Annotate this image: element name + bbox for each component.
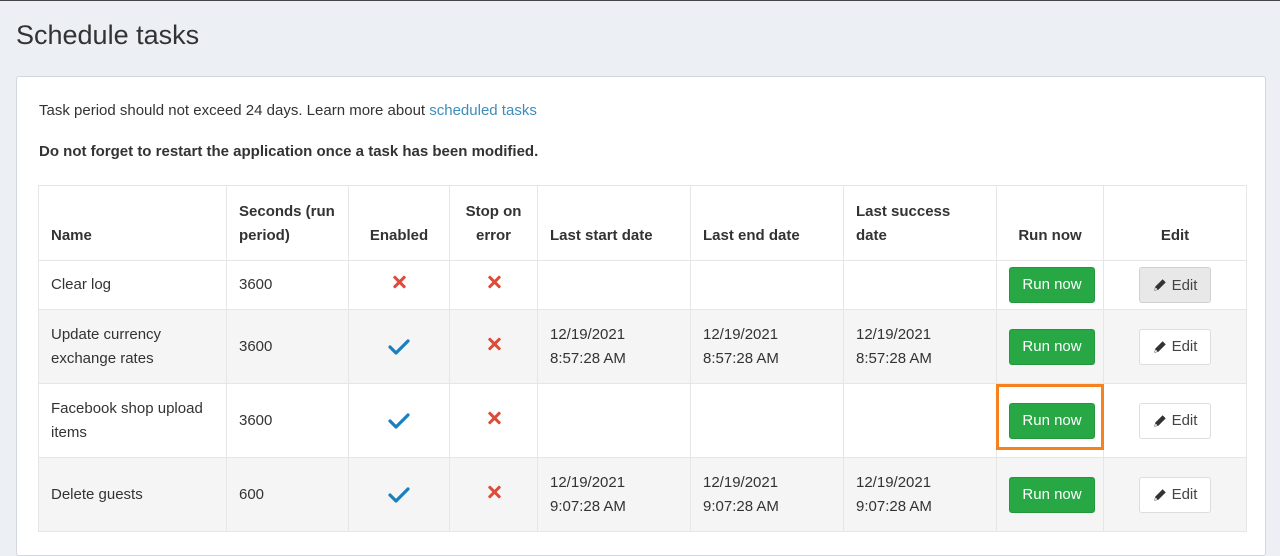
task-seconds: 3600 bbox=[226, 260, 349, 310]
page-title: Schedule tasks bbox=[16, 20, 200, 50]
task-last-start: 12/19/2021 9:07:28 AM bbox=[537, 457, 691, 532]
pencil-icon bbox=[1153, 340, 1166, 353]
task-name: Update currency exchange rates bbox=[38, 309, 227, 384]
task-last-success: 12/19/2021 8:57:28 AM bbox=[843, 309, 997, 384]
task-last-end bbox=[690, 260, 844, 310]
header-stop-on-error: Stop on error bbox=[449, 185, 538, 261]
x-icon bbox=[487, 411, 501, 425]
task-name: Facebook shop upload items bbox=[38, 383, 227, 458]
check-icon bbox=[388, 338, 410, 355]
task-seconds: 3600 bbox=[226, 309, 349, 384]
task-name: Delete guests bbox=[38, 457, 227, 532]
table-row: Update currency exchange rates 3600 12/1… bbox=[38, 309, 1247, 384]
header-seconds: Seconds (run period) bbox=[226, 185, 349, 261]
info-text-body: Task period should not exceed 24 days. L… bbox=[39, 102, 430, 119]
edit-label: Edit bbox=[1171, 276, 1198, 294]
header-last-end: Last end date bbox=[690, 185, 844, 261]
table-row: Facebook shop upload items 3600 Run now bbox=[38, 383, 1247, 458]
edit-button[interactable]: Edit bbox=[1139, 476, 1211, 513]
check-icon bbox=[388, 412, 410, 429]
highlighted-run-now: Run now bbox=[996, 383, 1104, 450]
edit-label: Edit bbox=[1171, 338, 1198, 355]
header-run-now: Run now bbox=[996, 185, 1104, 261]
x-icon bbox=[487, 485, 501, 499]
header-name: Name bbox=[38, 185, 227, 261]
x-icon bbox=[392, 275, 406, 289]
pencil-icon bbox=[1153, 488, 1166, 501]
task-last-end: 12/19/2021 9:07:28 AM bbox=[690, 457, 844, 532]
scheduled-tasks-link[interactable]: scheduled tasks bbox=[429, 102, 537, 119]
run-now-button[interactable]: Run now bbox=[1009, 476, 1095, 513]
task-last-end: 12/19/2021 8:57:28 AM bbox=[690, 309, 844, 384]
header-last-start: Last start date bbox=[537, 185, 691, 261]
task-last-start bbox=[537, 260, 691, 310]
header-edit: Edit bbox=[1103, 185, 1247, 261]
edit-label: Edit bbox=[1171, 486, 1198, 503]
table-header-row: Name Seconds (run period) Enabled Stop o… bbox=[38, 185, 1247, 261]
edit-label: Edit bbox=[1171, 412, 1198, 429]
task-last-start bbox=[537, 383, 691, 458]
x-icon bbox=[487, 275, 501, 289]
header-enabled: Enabled bbox=[348, 185, 450, 261]
run-now-button[interactable]: Run now bbox=[1009, 402, 1095, 439]
task-name: Clear log bbox=[38, 260, 227, 310]
info-text: Task period should not exceed 24 days. L… bbox=[39, 101, 537, 121]
pencil-icon bbox=[1153, 414, 1166, 427]
restart-warning: Do not forget to restart the application… bbox=[39, 143, 539, 160]
task-last-end bbox=[690, 383, 844, 458]
header-last-success: Last success date bbox=[843, 185, 997, 261]
task-last-success bbox=[843, 383, 997, 458]
table-row: Clear log 3600 Run now Edit bbox=[38, 260, 1247, 310]
x-icon bbox=[487, 337, 501, 351]
edit-button[interactable]: Edit bbox=[1139, 328, 1211, 365]
task-last-start: 12/19/2021 8:57:28 AM bbox=[537, 309, 691, 384]
check-icon bbox=[388, 486, 410, 503]
table-row: Delete guests 600 12/19/2021 9:07:28 AM … bbox=[38, 457, 1247, 532]
task-last-success: 12/19/2021 9:07:28 AM bbox=[843, 457, 997, 532]
edit-button[interactable]: Edit bbox=[1139, 402, 1211, 439]
task-seconds: 600 bbox=[226, 457, 349, 532]
run-now-button[interactable]: Run now bbox=[1009, 328, 1095, 365]
pencil-icon bbox=[1153, 279, 1166, 291]
run-now-button[interactable]: Run now bbox=[1009, 267, 1095, 303]
schedule-tasks-card: Task period should not exceed 24 days. L… bbox=[16, 76, 1266, 556]
tasks-table: Name Seconds (run period) Enabled Stop o… bbox=[38, 185, 1247, 532]
task-last-success bbox=[843, 260, 997, 310]
edit-button[interactable]: Edit bbox=[1139, 267, 1211, 303]
task-seconds: 3600 bbox=[226, 383, 349, 458]
